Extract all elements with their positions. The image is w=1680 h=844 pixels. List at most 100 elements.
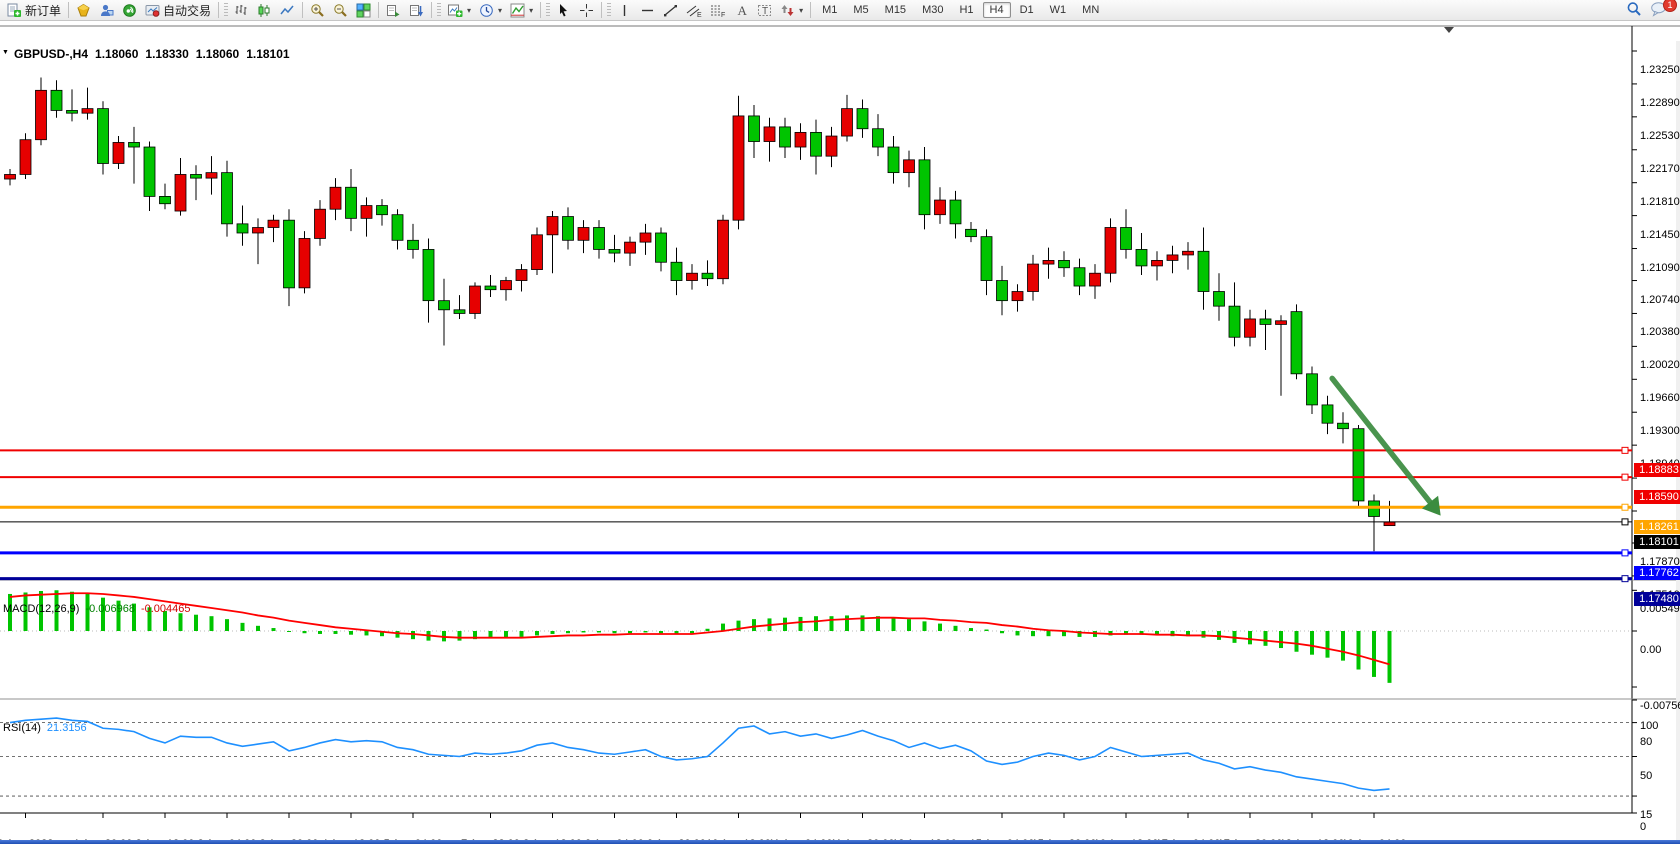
tile-windows-button[interactable]: [352, 0, 375, 21]
candle-body: [1167, 255, 1178, 260]
zoom-out-button[interactable]: [329, 0, 352, 21]
price-tick-label: 1.20740: [1640, 294, 1680, 306]
timeframe-button-MN[interactable]: MN: [1075, 2, 1106, 18]
hline-anchor[interactable]: [1622, 519, 1628, 525]
fibonacci-button[interactable]: F: [706, 0, 730, 21]
macd-histogram-bar: [256, 626, 260, 631]
chart-bars-icon: [234, 3, 249, 18]
candle-body: [656, 233, 667, 262]
chevron-down-icon: ▾: [498, 6, 502, 15]
toolbar-separator: [378, 2, 379, 18]
chat-button[interactable]: 1: [1646, 0, 1672, 21]
timeframe-button-D1[interactable]: D1: [1013, 2, 1041, 18]
line-chart-mode-button[interactable]: [276, 0, 299, 21]
candlestick-mode-button[interactable]: [253, 0, 276, 21]
new-order-button[interactable]: 新订单: [2, 0, 65, 21]
hline-anchor[interactable]: [1622, 576, 1628, 582]
macd-histogram-bar: [845, 615, 849, 631]
signals-button[interactable]: [118, 0, 141, 21]
candle-body: [82, 109, 93, 114]
profile-button[interactable]: [95, 0, 118, 21]
toolbar-grip[interactable]: [546, 3, 550, 17]
indicators-list-button[interactable]: ▾: [506, 0, 537, 21]
toolbar-grip[interactable]: [437, 3, 441, 17]
vertical-line-button[interactable]: [613, 0, 636, 21]
candle-body: [842, 109, 853, 136]
timeframe-button-H4[interactable]: H4: [983, 2, 1011, 18]
hline-anchor[interactable]: [1622, 550, 1628, 556]
auto-scroll-button[interactable]: [382, 0, 405, 21]
price-tick-label: 1.22170: [1640, 163, 1680, 175]
candle-body: [284, 220, 295, 288]
timeframe-button-M5[interactable]: M5: [846, 2, 875, 18]
candle-body: [36, 90, 47, 139]
candle-body: [129, 142, 140, 147]
macd-histogram-bar: [830, 616, 834, 631]
macd-histogram-bar: [396, 631, 400, 638]
candle-body: [423, 249, 434, 300]
candle-body: [222, 173, 233, 224]
timeframe-bar: M1M5M15M30H1H4D1W1MN: [814, 2, 1107, 18]
price-tick-label: 1.21810: [1640, 196, 1680, 208]
price-badge-1.18101: 1.18101: [1634, 535, 1680, 549]
svg-text:F: F: [721, 12, 725, 18]
cursor-button[interactable]: [552, 0, 575, 21]
candle-body: [485, 286, 496, 290]
hline-anchor[interactable]: [1622, 447, 1628, 453]
macd-histogram-bar: [458, 631, 462, 641]
signal-icon: [122, 3, 137, 18]
timeframe-button-H1[interactable]: H1: [952, 2, 980, 18]
hline-anchor[interactable]: [1622, 474, 1628, 480]
new-chart-button[interactable]: ▾: [443, 0, 475, 21]
candle-body: [1028, 264, 1039, 291]
crosshair-button[interactable]: [575, 0, 598, 21]
price-tick-label: 1.22890: [1640, 97, 1680, 109]
new-order-label: 新订单: [25, 2, 61, 19]
ohlc-high: 1.18330: [145, 47, 188, 61]
chart-canvas: [0, 21, 1680, 841]
price-tick-label: 1.20380: [1640, 326, 1680, 338]
chart-shift-button[interactable]: [405, 0, 428, 21]
candle-body: [966, 229, 977, 236]
autotrading-button[interactable]: 自动交易: [141, 0, 215, 21]
arrows-objects-button[interactable]: ▾: [776, 0, 807, 21]
candle-body: [811, 132, 822, 156]
zoom-in-button[interactable]: [306, 0, 329, 21]
search-button[interactable]: [1622, 0, 1646, 21]
new-chart-icon: [447, 3, 463, 18]
macd-histogram-bar: [318, 631, 322, 634]
hline-icon: [640, 3, 655, 18]
text-label-button[interactable]: T: [753, 0, 776, 21]
price-badge-1.18883: 1.18883: [1634, 463, 1680, 477]
timeframe-button-M15[interactable]: M15: [878, 2, 913, 18]
macd-histogram-bar: [1310, 631, 1314, 655]
candle-body: [113, 142, 124, 163]
ohlc-low: 1.18060: [196, 47, 239, 61]
clock-icon: [479, 3, 494, 18]
candle-body: [1353, 429, 1364, 501]
candle-body: [346, 187, 357, 218]
timeframe-button-W1[interactable]: W1: [1043, 2, 1074, 18]
macd-histogram-bar: [659, 631, 663, 633]
horizontal-line-button[interactable]: [636, 0, 659, 21]
equidistant-channel-button[interactable]: E: [682, 0, 706, 21]
hline-anchor[interactable]: [1622, 504, 1628, 510]
chevron-down-icon: ▾: [799, 6, 803, 15]
toolbar-grip[interactable]: [607, 3, 611, 17]
macd-histogram-bar: [985, 630, 989, 631]
price-tick-label: 1.23250: [1640, 64, 1680, 76]
bottom-taskbar-strip: [0, 840, 1680, 844]
text-button[interactable]: A: [730, 0, 753, 21]
periods-button[interactable]: ▾: [475, 0, 506, 21]
toolbar-grip[interactable]: [224, 3, 228, 17]
price-tick-label: 1.19660: [1640, 392, 1680, 404]
macd-histogram-bar: [1326, 631, 1330, 658]
title-collapse-icon[interactable]: ▼: [2, 49, 9, 56]
timeframe-button-M1[interactable]: M1: [815, 2, 844, 18]
macd-histogram-bar: [210, 616, 214, 631]
candle-body: [160, 196, 171, 203]
trendline-button[interactable]: [659, 0, 682, 21]
bar-chart-mode-button[interactable]: [230, 0, 253, 21]
metaquotes-button[interactable]: [72, 0, 95, 21]
timeframe-button-M30[interactable]: M30: [915, 2, 950, 18]
